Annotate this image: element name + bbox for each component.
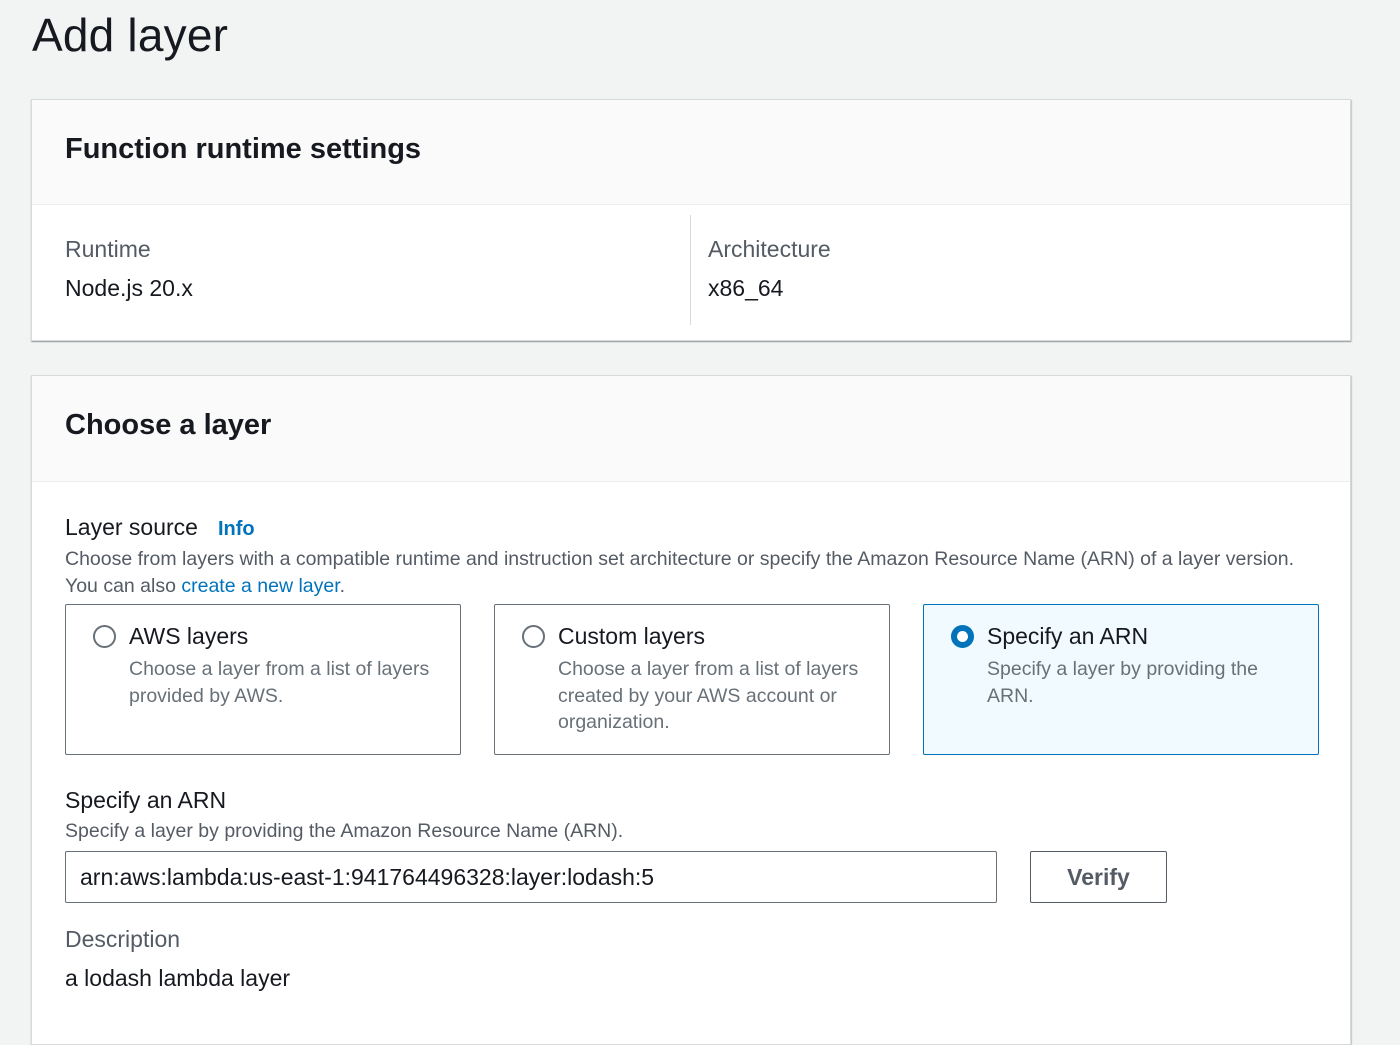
- option-title: Custom layers: [558, 623, 705, 649]
- layer-source-label-row: Layer source Info: [65, 514, 255, 541]
- panel-heading: Function runtime settings: [65, 133, 422, 165]
- panel-header: Function runtime settings: [32, 100, 1350, 205]
- arn-field-label: Specify an ARN: [65, 787, 227, 813]
- verify-button[interactable]: Verify: [1030, 851, 1167, 903]
- radio-button[interactable]: [522, 625, 545, 648]
- option-description: Specify a layer by providing the ARN.: [987, 658, 1258, 707]
- radio-button-selected[interactable]: [951, 625, 974, 648]
- architecture-value: x86_64: [708, 275, 784, 301]
- architecture-label: Architecture: [708, 236, 831, 262]
- arn-input[interactable]: [65, 851, 997, 903]
- option-title: Specify an ARN: [987, 623, 1149, 649]
- layer-description-label: Description: [65, 926, 181, 952]
- radio-button[interactable]: [93, 625, 116, 648]
- layer-source-description: Choose from layers with a compatible run…: [65, 546, 1305, 599]
- create-new-layer-link[interactable]: create a new layer: [181, 575, 339, 597]
- layer-description-value: a lodash lambda layer: [65, 965, 291, 991]
- specify-arn-option[interactable]: Specify an ARN Specify a layer by provid…: [923, 604, 1319, 755]
- option-title: AWS layers: [129, 623, 249, 649]
- arn-field-description: Specify a layer by providing the Amazon …: [65, 820, 624, 842]
- layer-source-label: Layer source: [65, 514, 198, 540]
- runtime-field: Runtime Node.js 20.x: [65, 236, 193, 302]
- info-link[interactable]: Info: [218, 518, 255, 541]
- runtime-label: Runtime: [65, 236, 151, 262]
- description-end: .: [339, 574, 346, 597]
- runtime-value: Node.js 20.x: [65, 275, 193, 301]
- panel-heading: Choose a layer: [65, 409, 272, 441]
- function-runtime-settings-panel: Function runtime settings Runtime Node.j…: [31, 99, 1351, 341]
- option-description: Choose a layer from a list of layers pro…: [129, 658, 430, 707]
- choose-layer-panel: Choose a layer Layer source Info Choose …: [31, 375, 1351, 1045]
- aws-layers-option[interactable]: AWS layers Choose a layer from a list of…: [65, 604, 461, 755]
- page-title: Add layer: [32, 9, 229, 61]
- architecture-field: Architecture x86_64: [708, 236, 831, 302]
- panel-header: Choose a layer: [32, 376, 1350, 482]
- custom-layers-option[interactable]: Custom layers Choose a layer from a list…: [494, 604, 890, 755]
- option-description: Choose a layer from a list of layers cre…: [558, 658, 859, 733]
- column-divider: [690, 215, 691, 325]
